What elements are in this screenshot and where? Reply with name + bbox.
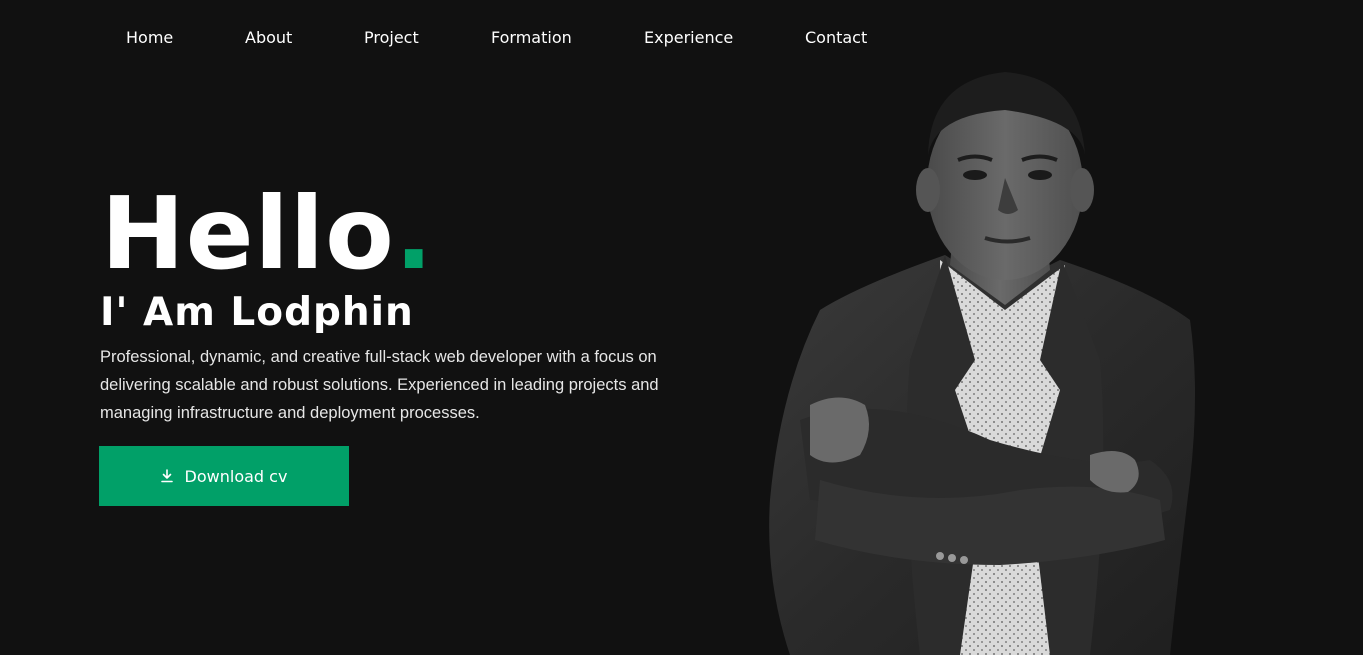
- hero-greeting: Hello.: [101, 178, 434, 290]
- hero-name-heading: I' Am Lodphin: [100, 290, 414, 335]
- nav-link-formation[interactable]: Formation: [491, 28, 572, 48]
- hero-description: Professional, dynamic, and creative full…: [100, 348, 659, 422]
- nav-link-contact[interactable]: Contact: [805, 28, 867, 48]
- nav-link-experience[interactable]: Experience: [644, 28, 733, 48]
- nav-link-project[interactable]: Project: [364, 28, 419, 48]
- portrait-photo: [769, 72, 1195, 655]
- hero-greeting-dot: .: [394, 175, 434, 292]
- nav-link-about[interactable]: About: [245, 28, 292, 48]
- download-cv-button[interactable]: Download cv: [99, 446, 349, 506]
- download-cv-label: Download cv: [184, 466, 288, 486]
- download-icon: [160, 469, 173, 483]
- nav-link-home[interactable]: Home: [126, 28, 173, 48]
- page: Home About Project Formation Experience …: [0, 0, 1363, 655]
- hero-greeting-text: Hello: [101, 175, 395, 292]
